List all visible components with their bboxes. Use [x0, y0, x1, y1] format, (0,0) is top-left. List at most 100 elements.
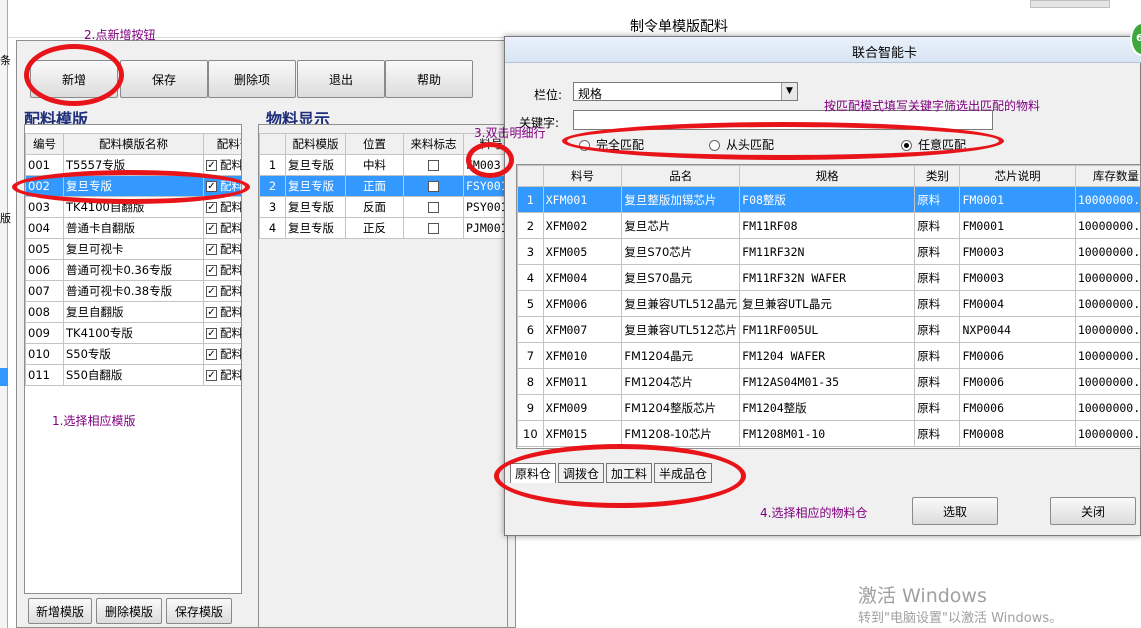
checkbox-icon[interactable]: [428, 160, 439, 171]
table-row[interactable]: 3 复旦专版 反面 PSY001: [259, 196, 507, 218]
stock-quantity: 10000000.00: [1074, 212, 1140, 239]
checkbox-icon[interactable]: [428, 223, 439, 234]
table-row[interactable]: 004 普通卡自翻版 ✓ 配料: [25, 217, 241, 239]
column-header[interactable]: [517, 165, 544, 187]
table-row[interactable]: 6 XFM007 复旦兼容UTL512芯片 FM11RF005UL 原料 NXP0044 1…: [517, 316, 1140, 343]
delete-item-button[interactable]: 删除项: [208, 60, 296, 98]
checkbox-checked-icon[interactable]: ✓: [206, 202, 217, 213]
material-spec: FM1208M01-10: [739, 420, 916, 447]
save-template-button[interactable]: 保存模版: [166, 598, 232, 624]
select-button[interactable]: 选取: [912, 497, 998, 525]
activation-watermark-text: 转到"电脑设置"以激活 Windows。: [858, 611, 1063, 626]
dialog-title: 联合智能卡: [852, 46, 918, 61]
template-flag-label: 配料: [220, 263, 242, 277]
table-row[interactable]: 2 复旦专版 正面 FSY001: [259, 175, 507, 197]
chip-description: FM0006: [959, 394, 1076, 421]
column-header[interactable]: 芯片说明: [959, 165, 1076, 187]
checkbox-checked-icon[interactable]: ✓: [206, 223, 217, 234]
annotation-step1: 1.选择相应模版: [52, 414, 136, 428]
material-spec: F08整版: [739, 186, 916, 213]
table-row[interactable]: 010 S50专版 ✓ 配料: [25, 343, 242, 365]
highlight-ring-match-mode: [562, 122, 1004, 160]
column-header[interactable]: 规格: [739, 165, 916, 187]
stock-quantity: 10000000.00: [1074, 316, 1140, 343]
main-title-bar[interactable]: [8, 0, 1141, 38]
table-row[interactable]: 1XFM001复旦整版加锡芯片F08整版原料FM000110000000.00: [517, 186, 1140, 213]
table-row[interactable]: 7 XFM010 FM1204晶元 FM1204 WAFER 原料 FM0006 10000…: [517, 342, 1140, 369]
column-header[interactable]: 料号: [542, 165, 623, 187]
checkbox-checked-icon[interactable]: ✓: [206, 286, 217, 297]
table-row[interactable]: 9 XFM009 FM1204整版芯片 FM1204整版 原料 FM0006 1000000…: [517, 394, 1140, 421]
table-row[interactable]: 2XFM002复旦芯片FM11RF08原料FM000110000000.00: [517, 212, 1140, 239]
exit-button[interactable]: 退出: [297, 60, 385, 98]
table-row[interactable]: 008 复旦自翻版 ✓ 配料: [25, 301, 241, 323]
checkbox-checked-icon[interactable]: ✓: [206, 349, 217, 360]
column-header[interactable]: 配料否: [203, 133, 241, 155]
material-type: 原料: [914, 342, 961, 369]
material-name: FM1204芯片: [621, 368, 741, 395]
material-name: FM1208-10芯片: [621, 420, 741, 447]
material-template: 复旦专版: [285, 154, 346, 176]
new-template-button[interactable]: 新增模版: [28, 598, 92, 624]
column-header[interactable]: 配料模版名称: [63, 133, 204, 155]
template-name: 普通卡自翻版: [63, 217, 204, 239]
table-row[interactable]: 10 XFM015 FM1208-10芯片 FM1208M01-10 原料 FM0008 1…: [517, 420, 1140, 447]
template-name: 普通可视卡0.38专版: [63, 280, 204, 302]
checkbox-checked-icon[interactable]: ✓: [206, 265, 217, 276]
close-button[interactable]: 关闭: [1050, 497, 1136, 525]
material-type: 原料: [914, 212, 961, 239]
material-name: FM1204晶元: [621, 342, 741, 369]
material-code: XFM006: [542, 290, 623, 317]
table-row[interactable]: 4 XFM004 复旦S70晶元 FM11RF32N WAFER 原料 FM0003 100…: [517, 264, 1140, 291]
annotation-step4: 4.选择相应的物料仓: [760, 506, 868, 520]
table-row[interactable]: 3 XFM005 复旦S70芯片 FM11RF32N 原料 FM0003 10000000.…: [517, 238, 1140, 265]
checkbox-icon[interactable]: [428, 202, 439, 213]
template-flag-label: 配料: [220, 242, 242, 256]
row-number: 8: [517, 368, 544, 395]
table-row[interactable]: 007 普通可视卡0.38专版 ✓ 配料: [25, 280, 241, 302]
material-name: FM1204整版芯片: [621, 394, 741, 421]
column-header[interactable]: 库存数量: [1074, 165, 1140, 187]
column-header[interactable]: 配料模版: [285, 133, 346, 155]
row-number: 9: [517, 394, 544, 421]
column-header[interactable]: 品名: [621, 165, 741, 187]
row-number: 10: [517, 420, 544, 447]
column-header[interactable]: 编号: [25, 133, 64, 155]
table-row[interactable]: 5 XFM006 复旦兼容UTL512晶元 复旦兼容UTL晶元 原料 FM0004 1000…: [517, 290, 1140, 317]
material-code: XFM001: [542, 186, 623, 213]
column-header[interactable]: 来料标志: [403, 133, 464, 155]
table-row[interactable]: 006 普通可视卡0.36专版 ✓ 配料: [25, 259, 242, 281]
chip-description: FM0003: [959, 264, 1076, 291]
table-row[interactable]: 4 复旦专版 正反 PJM001: [259, 217, 507, 239]
save-button[interactable]: 保存: [120, 60, 208, 98]
field-select-value: 规格: [578, 87, 603, 101]
material-code: XFM004: [542, 264, 623, 291]
material-code: XFM015: [542, 420, 623, 447]
table-row[interactable]: 011 S50自翻版 ✓ 配料: [25, 364, 241, 386]
checkbox-icon[interactable]: [428, 181, 439, 192]
material-type: 原料: [914, 290, 961, 317]
annotation-keyword-hint: 按匹配模式填写关键字筛选出匹配的物料: [824, 99, 1041, 113]
checkbox-checked-icon[interactable]: ✓: [206, 370, 217, 381]
template-flag-cell: ✓ 配料: [203, 301, 241, 323]
column-header[interactable]: [259, 133, 286, 155]
column-header[interactable]: 位置: [345, 133, 404, 155]
checkbox-checked-icon[interactable]: ✓: [206, 328, 217, 339]
column-header[interactable]: 类别: [914, 165, 961, 187]
help-button[interactable]: 帮助: [385, 60, 473, 98]
table-row[interactable]: 005 复旦可视卡 ✓ 配料: [25, 238, 242, 260]
table-row[interactable]: 8 XFM011 FM1204芯片 FM12AS04M01-35 原料 FM0006 100…: [517, 368, 1140, 395]
material-code: XFM002: [542, 212, 623, 239]
delete-template-button[interactable]: 删除模版: [96, 598, 162, 624]
dialog-title-bar[interactable]: [505, 37, 1141, 63]
template-id: 011: [25, 364, 64, 386]
chevron-down-icon[interactable]: ▼: [781, 83, 797, 100]
field-select[interactable]: 规格 ▼: [573, 82, 798, 101]
template-flag-label: 配料: [220, 347, 242, 361]
checkbox-checked-icon[interactable]: ✓: [206, 307, 217, 318]
checkbox-checked-icon[interactable]: ✓: [206, 244, 217, 255]
material-position: 反面: [345, 196, 404, 218]
material-spec: FM11RF32N: [739, 238, 916, 265]
checkbox-checked-icon[interactable]: ✓: [206, 160, 217, 171]
table-row[interactable]: 009 TK4100专版 ✓ 配料: [25, 322, 241, 344]
